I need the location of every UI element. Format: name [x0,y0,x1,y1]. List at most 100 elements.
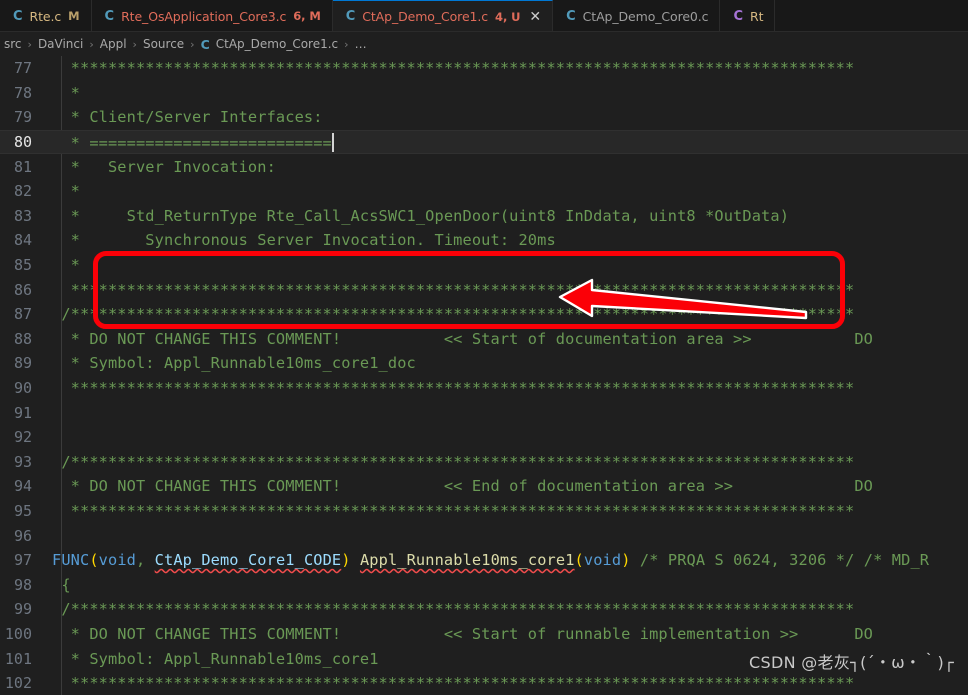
comment-text: * ========================== [52,133,332,152]
line-number: 97 [13,551,32,570]
line-number: 98 [13,575,32,594]
comment-text: * [52,83,80,102]
comment-text: * Client/Server Interfaces: [52,108,323,127]
breadcrumb-item-appl[interactable]: Appl [98,37,129,51]
editor-tab-rte-c[interactable]: C Rte.c M [0,0,92,31]
code-token: ( [574,551,584,570]
line-content: * [46,84,80,102]
line-content: ****************************************… [46,59,855,78]
code-line-100[interactable]: 100 * DO NOT CHANGE THIS COMMENT! << Sta… [0,622,968,647]
line-content: FUNC(void, CtAp_Demo_Core1_CODE) Appl_Ru… [46,551,929,569]
code-line-92[interactable]: 92 [0,425,968,450]
line-content: * [46,256,80,274]
line-number: 89 [13,354,32,373]
editor-tab-rt[interactable]: C Rt [720,0,776,31]
line-number: 79 [13,108,32,127]
code-token: ( [89,551,99,570]
code-line-89[interactable]: 89 * Symbol: Appl_Runnable10ms_core1_doc [0,351,968,376]
c-file-icon: C [733,8,743,24]
comment-text: * DO NOT CHANGE THIS COMMENT! << Start o… [52,329,873,348]
comment-text: ****************************************… [52,674,855,693]
breadcrumb-item-src[interactable]: src [2,37,24,51]
line-content: /***************************************… [46,305,854,323]
comment-text: * Std_ReturnType Rte_Call_AcsSWC1_OpenDo… [52,206,790,225]
code-token: ) [621,551,631,570]
line-number: 87 [13,305,32,324]
code-line-79[interactable]: 79 * Client/Server Interfaces: [0,105,968,130]
line-content: /***************************************… [46,453,854,471]
tab-label: Rt [749,8,764,24]
code-editor[interactable]: 77 *************************************… [0,56,968,695]
code-line-82[interactable]: 82 * [0,179,968,204]
code-line-98[interactable]: 98 { [0,572,968,597]
code-line-93[interactable]: 93 /************************************… [0,450,968,475]
code-line-102[interactable]: 102 ************************************… [0,671,968,695]
code-line-85[interactable]: 85 * [0,253,968,278]
line-number: 92 [13,428,32,447]
editor-tab-ctap-demo-core1-c[interactable]: C CtAp_Demo_Core1.c 4, U ✕ [332,0,554,31]
editor-tab-bar: C Rte.c M C Rte_OsApplication_Core3.c 6, M C Ct… [0,0,968,32]
line-number: 84 [13,231,32,250]
code-line-81[interactable]: 81 * Server Invocation: [0,154,968,179]
tab-label: CtAp_Demo_Core1.c [362,9,489,24]
line-number: 99 [13,600,32,619]
comment-text: * Symbol: Appl_Runnable10ms_core1_doc [52,354,416,373]
line-content: * DO NOT CHANGE THIS COMMENT! << Start o… [46,625,873,643]
line-number: 90 [13,379,32,398]
code-line-95[interactable]: 95 *************************************… [0,499,968,524]
comment-text: /***************************************… [52,452,855,471]
code-line-87[interactable]: 87 /************************************… [0,302,968,327]
line-content: * ========================== [46,132,334,152]
breadcrumb-overflow[interactable]: … [353,37,369,51]
code-line-88[interactable]: 88 * DO NOT CHANGE THIS COMMENT! << Star… [0,327,968,352]
comment-text: /***************************************… [52,600,855,619]
comment-text: ****************************************… [52,59,855,78]
line-number: 95 [13,501,32,520]
editor-tab-rte-osapplication-core3-c[interactable]: C Rte_OsApplication_Core3.c 6, M [91,0,333,31]
code-line-94[interactable]: 94 * DO NOT CHANGE THIS COMMENT! << End … [0,474,968,499]
comment-text: * DO NOT CHANGE THIS COMMENT! << Start o… [52,624,873,643]
line-number: 91 [13,403,32,422]
code-line-96[interactable]: 96 [0,523,968,548]
code-line-90[interactable]: 90 *************************************… [0,376,968,401]
code-lines[interactable]: 77 *************************************… [0,56,968,695]
comment-text: * Server Invocation: [52,157,276,176]
line-content: ****************************************… [46,501,855,520]
code-line-97[interactable]: 97 FUNC(void, CtAp_Demo_Core1_CODE) Appl_… [0,548,968,573]
c-file-icon: C [13,8,23,24]
code-line-78[interactable]: 78 * [0,81,968,106]
tab-status-badge: 6, M [293,9,321,23]
close-icon[interactable]: ✕ [529,10,541,24]
breadcrumb-item-file[interactable]: CtAp_Demo_Core1.c [214,37,340,51]
line-number: 101 [4,649,32,668]
breadcrumb-item-source[interactable]: Source [141,37,186,51]
comment-text: ****************************************… [52,280,855,299]
breadcrumb-separator: › [27,37,32,51]
comment-text: * Synchronous Server Invocation. Timeout… [52,231,556,250]
c-file-icon: C [104,8,115,24]
code-line-91[interactable]: 91 [0,400,968,425]
line-content: * Server Invocation: [46,158,276,176]
code-token: , [136,551,155,570]
line-number: 94 [13,477,32,496]
line-content: * Client/Server Interfaces: [46,108,323,126]
line-content: * Symbol: Appl_Runnable10ms_core1 [46,650,379,668]
comment-text: * DO NOT CHANGE THIS COMMENT! << End of … [52,477,873,496]
code-line-84[interactable]: 84 * Synchronous Server Invocation. Time… [0,228,968,253]
code-line-77[interactable]: 77 *************************************… [0,56,968,81]
code-line-83[interactable]: 83 * Std_ReturnType Rte_Call_AcsSWC1_Ope… [0,204,968,229]
line-content: * Std_ReturnType Rte_Call_AcsSWC1_OpenDo… [46,207,789,225]
code-line-86[interactable]: 86 *************************************… [0,277,968,302]
breadcrumb-item-davinci[interactable]: DaVinci [36,37,85,51]
line-number: 88 [13,329,32,348]
comment-text: ****************************************… [52,501,855,520]
line-content: * DO NOT CHANGE THIS COMMENT! << End of … [46,477,873,495]
line-number: 93 [13,452,32,471]
breadcrumb-separator: › [190,37,195,51]
code-line-99[interactable]: 99 /************************************… [0,597,968,622]
tab-status-badge: M [68,9,80,23]
code-token: /* PRQA S 0624, 3206 */ /* MD_R [630,551,930,570]
line-number: 83 [13,206,32,225]
code-line-80[interactable]: 80 * ========================== [0,129,968,155]
editor-tab-ctap-demo-core0-c[interactable]: C CtAp_Demo_Core0.c [553,0,721,31]
